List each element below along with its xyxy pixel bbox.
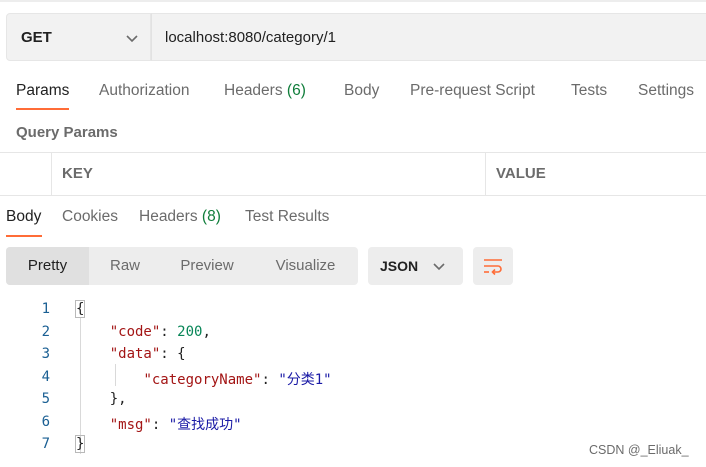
request-bar: GET localhost:8080/category/1 [0,0,706,73]
method-select[interactable]: GET [6,13,151,61]
query-params-title: Query Params [16,124,118,141]
chevron-down-icon [433,263,445,271]
code-token-punc: : [151,416,169,433]
view-raw[interactable]: Raw [89,247,161,285]
query-params-table: KEY VALUE [0,152,706,196]
tab-pre-request-script[interactable]: Pre-request Script [410,82,535,100]
watermark: CSDN @_Eliuak_ [589,443,689,457]
response-tab-test-results[interactable]: Test Results [245,208,329,226]
response-tab-headers[interactable]: Headers (8) [139,208,221,226]
code-line: 2 "code": 200, [0,324,706,347]
view-mode-switch: Pretty Raw Preview Visualize [6,247,358,285]
headers-count: (6) [286,82,306,99]
code-text: "msg": "查找成功" [76,414,242,434]
code-token-punc [76,417,110,433]
response-headers-count: (8) [201,208,221,225]
code-token-punc [76,372,143,388]
method-label: GET [21,29,52,46]
line-number: 7 [41,436,50,452]
tab-params[interactable]: Params [16,82,69,100]
tab-headers[interactable]: Headers (6) [224,82,306,100]
code-token-punc: }, [76,391,127,407]
tab-settings[interactable]: Settings [638,82,694,100]
code-token-punc [76,324,110,340]
code-line: 5 }, [0,391,706,414]
column-divider [51,153,52,195]
response-tab-cookies[interactable]: Cookies [62,208,118,226]
active-tab-indicator [16,108,69,110]
code-text: "code": 200, [76,324,211,340]
code-text: "categoryName": "分类1" [76,369,332,389]
code-line: 4 "categoryName": "分类1" [0,369,706,392]
format-select[interactable]: JSON [368,247,463,285]
line-number: 1 [41,301,50,317]
code-token-punc: : [160,323,178,340]
code-token-key: "msg" [109,416,152,433]
url-input[interactable]: localhost:8080/category/1 [151,13,706,61]
view-pretty[interactable]: Pretty [6,247,89,285]
code-token-punc: , [202,323,211,340]
view-preview[interactable]: Preview [161,247,253,285]
code-token-str: "查找成功" [168,416,242,433]
code-token-num: 200 [177,323,203,340]
response-tab-body[interactable]: Body [6,208,41,226]
view-visualize[interactable]: Visualize [253,247,358,285]
code-text: "data": { [76,346,186,362]
line-number: 2 [41,323,50,340]
line-number: 4 [41,368,50,385]
code-token-punc: : [261,371,279,388]
tab-authorization[interactable]: Authorization [99,82,189,100]
format-label: JSON [380,258,419,274]
active-response-tab-indicator [6,235,42,237]
code-text: { [74,300,86,318]
line-number: 6 [41,413,50,430]
top-divider [0,0,706,2]
wrap-lines-icon [484,259,502,276]
tab-body[interactable]: Body [344,82,379,100]
request-tabs: Params Authorization Headers (6) Body Pr… [0,78,706,112]
wrap-lines-button[interactable] [473,247,513,285]
code-token-punc: { [74,300,86,318]
code-token-key: "code" [109,323,161,340]
code-token-punc: } [74,435,86,453]
chevron-down-icon [126,35,138,43]
line-number: 3 [41,346,50,362]
code-text: } [74,435,86,453]
line-number: 5 [41,391,50,407]
code-token-punc: : { [160,346,186,362]
column-header-value: VALUE [496,165,546,182]
url-text: localhost:8080/category/1 [165,29,336,46]
column-divider [485,153,486,195]
response-body[interactable]: 1{2 "code": 200, 3 "data": {4 "categoryNa… [0,300,706,467]
code-line: 6 "msg": "查找成功" [0,414,706,437]
code-line: 1{ [0,300,706,324]
code-token-key: "categoryName" [143,371,262,388]
tab-tests[interactable]: Tests [571,82,607,100]
column-header-key: KEY [62,165,93,182]
code-token-key: "data" [109,346,161,362]
code-token-punc [76,346,110,362]
code-line: 3 "data": { [0,346,706,369]
response-tabs: Body Cookies Headers (8) Test Results [0,203,706,239]
code-text: }, [76,391,127,407]
code-token-str: "分类1" [278,371,332,388]
